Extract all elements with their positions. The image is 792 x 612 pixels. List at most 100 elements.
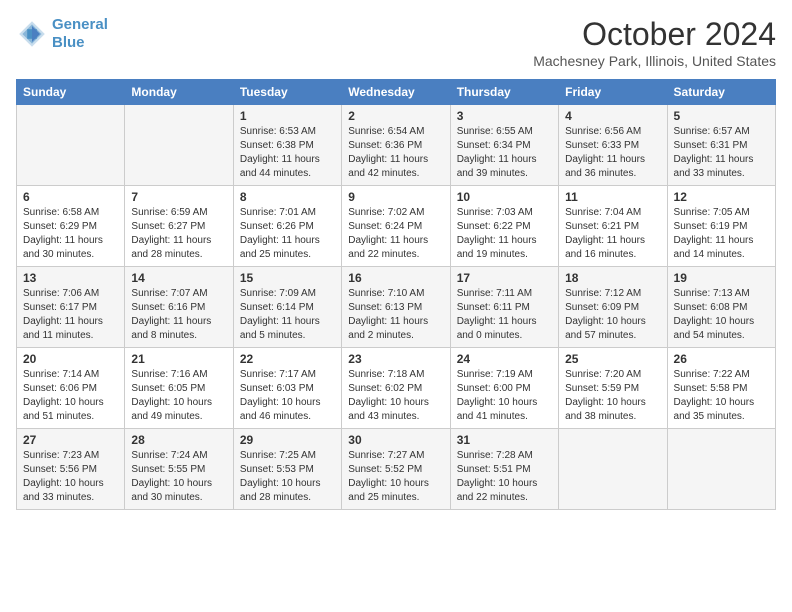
calendar-cell xyxy=(667,429,775,510)
calendar-week-row: 27Sunrise: 7:23 AMSunset: 5:56 PMDayligh… xyxy=(17,429,776,510)
calendar-cell: 9Sunrise: 7:02 AMSunset: 6:24 PMDaylight… xyxy=(342,186,450,267)
calendar-cell: 23 Sunrise: 7:18 AMSunset: 6:02 PMDayligh… xyxy=(342,348,450,429)
day-info: Sunrise: 7:27 AMSunset: 5:52 PMDaylight:… xyxy=(348,450,429,503)
day-info: Sunrise: 7:25 AMSunset: 5:53 PMDaylight:… xyxy=(240,450,321,503)
calendar-cell: 22Sunrise: 7:17 AMSunset: 6:03 PMDayligh… xyxy=(233,348,341,429)
calendar-cell: 26Sunrise: 7:22 AMSunset: 5:58 PMDayligh… xyxy=(667,348,775,429)
day-info: Sunrise: 6:57 AMSunset: 6:31 PMDaylight:… xyxy=(674,126,754,179)
calendar-table: SundayMondayTuesdayWednesdayThursdayFrid… xyxy=(16,79,776,510)
day-number: 17 xyxy=(457,271,552,285)
day-info: Sunrise: 7:22 AMSunset: 5:58 PMDaylight:… xyxy=(674,369,755,422)
location: Machesney Park, Illinois, United States xyxy=(533,53,776,69)
title-block: October 2024 Machesney Park, Illinois, U… xyxy=(533,16,776,69)
day-number: 22 xyxy=(240,352,335,366)
calendar-cell: 17 Sunrise: 7:11 AMSunset: 6:11 PMDayligh… xyxy=(450,267,558,348)
day-info: Sunrise: 6:54 AMSunset: 6:36 PMDaylight:… xyxy=(348,126,428,179)
calendar-cell: 5 Sunrise: 6:57 AMSunset: 6:31 PMDaylight… xyxy=(667,105,775,186)
calendar-week-row: 20 Sunrise: 7:14 AMSunset: 6:06 PMDayligh… xyxy=(17,348,776,429)
calendar-cell: 1 Sunrise: 6:53 AMSunset: 6:38 PMDaylight… xyxy=(233,105,341,186)
calendar-cell: 30 Sunrise: 7:27 AMSunset: 5:52 PMDayligh… xyxy=(342,429,450,510)
day-number: 29 xyxy=(240,433,335,447)
calendar-cell: 19 Sunrise: 7:13 AMSunset: 6:08 PMDayligh… xyxy=(667,267,775,348)
calendar-header-row: SundayMondayTuesdayWednesdayThursdayFrid… xyxy=(17,80,776,105)
calendar-cell xyxy=(559,429,667,510)
day-info: Sunrise: 7:18 AMSunset: 6:02 PMDaylight:… xyxy=(348,369,429,422)
day-info: Sunrise: 7:11 AMSunset: 6:11 PMDaylight:… xyxy=(457,288,537,341)
day-number: 28 xyxy=(131,433,226,447)
day-number: 25 xyxy=(565,352,660,366)
day-info: Sunrise: 7:10 AMSunset: 6:13 PMDaylight:… xyxy=(348,288,428,341)
calendar-cell: 11 Sunrise: 7:04 AMSunset: 6:21 PMDayligh… xyxy=(559,186,667,267)
day-number: 19 xyxy=(674,271,769,285)
day-number: 23 xyxy=(348,352,443,366)
day-number: 13 xyxy=(23,271,118,285)
calendar-week-row: 1 Sunrise: 6:53 AMSunset: 6:38 PMDaylight… xyxy=(17,105,776,186)
col-header-sunday: Sunday xyxy=(17,80,125,105)
day-number: 15 xyxy=(240,271,335,285)
day-info: Sunrise: 7:09 AMSunset: 6:14 PMDaylight:… xyxy=(240,288,320,341)
calendar-cell: 31Sunrise: 7:28 AMSunset: 5:51 PMDayligh… xyxy=(450,429,558,510)
col-header-friday: Friday xyxy=(559,80,667,105)
logo-text: General Blue xyxy=(52,16,108,52)
day-number: 30 xyxy=(348,433,443,447)
day-info: Sunrise: 6:53 AMSunset: 6:38 PMDaylight:… xyxy=(240,126,320,179)
day-info: Sunrise: 7:07 AMSunset: 6:16 PMDaylight:… xyxy=(131,288,211,341)
day-info: Sunrise: 7:20 AMSunset: 5:59 PMDaylight:… xyxy=(565,369,646,422)
col-header-thursday: Thursday xyxy=(450,80,558,105)
day-info: Sunrise: 7:14 AMSunset: 6:06 PMDaylight:… xyxy=(23,369,104,422)
logo: General Blue xyxy=(16,16,108,52)
day-number: 12 xyxy=(674,190,769,204)
day-info: Sunrise: 7:23 AMSunset: 5:56 PMDaylight:… xyxy=(23,450,104,503)
day-number: 14 xyxy=(131,271,226,285)
calendar-cell: 8Sunrise: 7:01 AMSunset: 6:26 PMDaylight… xyxy=(233,186,341,267)
day-info: Sunrise: 7:19 AMSunset: 6:00 PMDaylight:… xyxy=(457,369,538,422)
day-number: 6 xyxy=(23,190,118,204)
calendar-cell: 12 Sunrise: 7:05 AMSunset: 6:19 PMDayligh… xyxy=(667,186,775,267)
calendar-cell: 7 Sunrise: 6:59 AMSunset: 6:27 PMDaylight… xyxy=(125,186,233,267)
calendar-cell: 4Sunrise: 6:56 AMSunset: 6:33 PMDaylight… xyxy=(559,105,667,186)
col-header-saturday: Saturday xyxy=(667,80,775,105)
logo-icon xyxy=(16,18,48,50)
calendar-cell: 21 Sunrise: 7:16 AMSunset: 6:05 PMDayligh… xyxy=(125,348,233,429)
calendar-cell: 13Sunrise: 7:06 AMSunset: 6:17 PMDayligh… xyxy=(17,267,125,348)
day-info: Sunrise: 6:55 AMSunset: 6:34 PMDaylight:… xyxy=(457,126,537,179)
day-number: 7 xyxy=(131,190,226,204)
day-info: Sunrise: 7:16 AMSunset: 6:05 PMDaylight:… xyxy=(131,369,212,422)
day-info: Sunrise: 7:04 AMSunset: 6:21 PMDaylight:… xyxy=(565,207,645,260)
day-number: 2 xyxy=(348,109,443,123)
calendar-cell: 27Sunrise: 7:23 AMSunset: 5:56 PMDayligh… xyxy=(17,429,125,510)
day-number: 3 xyxy=(457,109,552,123)
day-number: 21 xyxy=(131,352,226,366)
day-number: 5 xyxy=(674,109,769,123)
col-header-monday: Monday xyxy=(125,80,233,105)
day-info: Sunrise: 7:05 AMSunset: 6:19 PMDaylight:… xyxy=(674,207,754,260)
day-number: 18 xyxy=(565,271,660,285)
calendar-cell: 24 Sunrise: 7:19 AMSunset: 6:00 PMDayligh… xyxy=(450,348,558,429)
day-info: Sunrise: 7:01 AMSunset: 6:26 PMDaylight:… xyxy=(240,207,320,260)
day-number: 11 xyxy=(565,190,660,204)
calendar-cell xyxy=(125,105,233,186)
day-number: 4 xyxy=(565,109,660,123)
month-title: October 2024 xyxy=(533,16,776,53)
calendar-cell: 16 Sunrise: 7:10 AMSunset: 6:13 PMDayligh… xyxy=(342,267,450,348)
day-info: Sunrise: 7:13 AMSunset: 6:08 PMDaylight:… xyxy=(674,288,755,341)
day-number: 24 xyxy=(457,352,552,366)
day-info: Sunrise: 6:58 AMSunset: 6:29 PMDaylight:… xyxy=(23,207,103,260)
calendar-cell: 6 Sunrise: 6:58 AMSunset: 6:29 PMDaylight… xyxy=(17,186,125,267)
day-number: 20 xyxy=(23,352,118,366)
calendar-cell xyxy=(17,105,125,186)
day-info: Sunrise: 6:59 AMSunset: 6:27 PMDaylight:… xyxy=(131,207,211,260)
calendar-week-row: 13Sunrise: 7:06 AMSunset: 6:17 PMDayligh… xyxy=(17,267,776,348)
calendar-cell: 14 Sunrise: 7:07 AMSunset: 6:16 PMDayligh… xyxy=(125,267,233,348)
calendar-week-row: 6 Sunrise: 6:58 AMSunset: 6:29 PMDaylight… xyxy=(17,186,776,267)
calendar-cell: 28 Sunrise: 7:24 AMSunset: 5:55 PMDayligh… xyxy=(125,429,233,510)
day-number: 31 xyxy=(457,433,552,447)
day-number: 16 xyxy=(348,271,443,285)
calendar-cell: 18Sunrise: 7:12 AMSunset: 6:09 PMDayligh… xyxy=(559,267,667,348)
day-number: 10 xyxy=(457,190,552,204)
day-number: 1 xyxy=(240,109,335,123)
col-header-wednesday: Wednesday xyxy=(342,80,450,105)
page-header: General Blue October 2024 Machesney Park… xyxy=(16,16,776,69)
calendar-cell: 20 Sunrise: 7:14 AMSunset: 6:06 PMDayligh… xyxy=(17,348,125,429)
day-info: Sunrise: 7:24 AMSunset: 5:55 PMDaylight:… xyxy=(131,450,212,503)
